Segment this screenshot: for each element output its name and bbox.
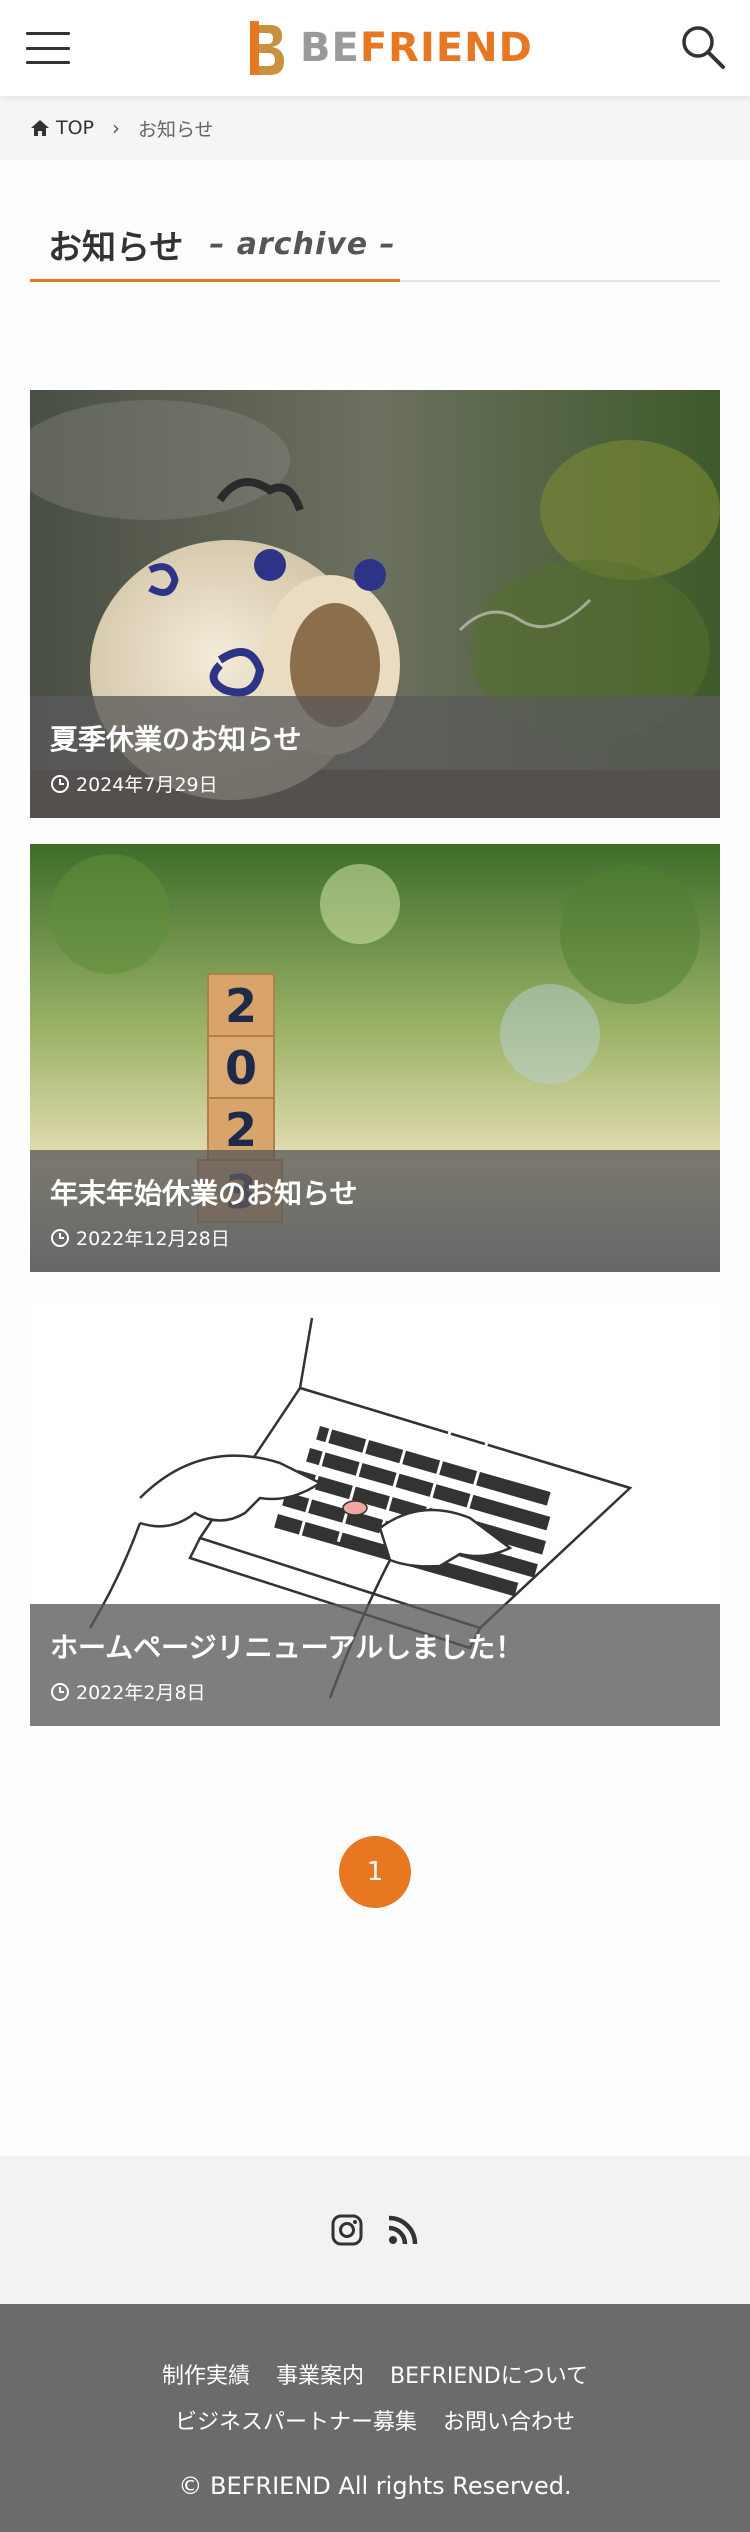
menu-line (26, 46, 70, 50)
page-heading: お知らせ (48, 228, 184, 268)
post-card-overlay: 夏季休業のお知らせ 2024年7月29日 (30, 696, 720, 818)
footer-link-partner[interactable]: ビジネスパートナー募集 (175, 2404, 417, 2436)
rss-icon[interactable] (386, 2213, 420, 2247)
menu-line (26, 32, 70, 35)
svg-text:0: 0 (225, 1041, 257, 1095)
footer-link-contact[interactable]: お問い合わせ (443, 2404, 575, 2436)
footer-nav-row: 制作実績 事業案内 BEFRIENDについて (0, 2358, 750, 2390)
page-subtitle: – archive – (209, 227, 396, 262)
post-date-text: 2022年12月28日 (76, 1228, 230, 1250)
search-icon[interactable] (680, 24, 726, 70)
instagram-icon[interactable] (330, 2213, 364, 2247)
breadcrumb-current: お知らせ (138, 118, 214, 141)
post-date: 2024年7月29日 (50, 770, 700, 797)
post-card-overlay: 年末年始休業のお知らせ 2022年12月28日 (30, 1150, 720, 1272)
post-card[interactable]: 2 0 2 3 年末年始休業のお知らせ 2022年12月28日 (30, 844, 720, 1272)
footer-social (0, 2156, 750, 2304)
menu-line (26, 61, 70, 64)
pagination-current-page[interactable]: 1 (339, 1836, 411, 1908)
home-icon (31, 120, 49, 136)
post-title: ホームページリニューアルしました！ (50, 1631, 524, 1664)
clock-icon (51, 1682, 69, 1701)
clock-icon (51, 774, 69, 793)
post-card[interactable]: ホームページリニューアルしました！ 2022年2月8日 (30, 1298, 720, 1726)
svg-text:2: 2 (225, 979, 257, 1033)
post-date-text: 2022年2月8日 (76, 1682, 206, 1704)
footer-nav-row: ビジネスパートナー募集 お問い合わせ (0, 2404, 750, 2436)
site-header: BEFRIEND (0, 0, 750, 96)
post-title: 夏季休業のお知らせ (50, 723, 302, 756)
clock-icon (51, 1228, 69, 1247)
site-logo[interactable]: BEFRIEND (248, 18, 533, 78)
post-date-text: 2024年7月29日 (76, 774, 218, 796)
hamburger-menu-button[interactable] (24, 26, 72, 70)
chevron-right-icon: › (112, 116, 121, 140)
page-title: お知らせ – archive – (30, 210, 400, 282)
logo-text: BEFRIEND (300, 25, 533, 71)
footer-link-about[interactable]: BEFRIENDについて (390, 2358, 588, 2390)
copyright: © BEFRIEND All rights Reserved. (178, 2472, 572, 2500)
breadcrumb: TOP › お知らせ (0, 96, 750, 160)
svg-text:2: 2 (225, 1103, 257, 1157)
post-date: 2022年12月28日 (50, 1224, 700, 1251)
breadcrumb-home-link[interactable]: TOP (56, 117, 94, 139)
post-date: 2022年2月8日 (50, 1678, 700, 1705)
post-card[interactable]: 夏季休業のお知らせ 2024年7月29日 (30, 390, 720, 818)
footer-link-works[interactable]: 制作実績 (162, 2358, 250, 2390)
post-title: 年末年始休業のお知らせ (50, 1177, 358, 1210)
logo-mark-icon (250, 21, 284, 75)
post-card-overlay: ホームページリニューアルしました！ 2022年2月8日 (30, 1604, 720, 1726)
site-footer: 制作実績 事業案内 BEFRIENDについて ビジネスパートナー募集 お問い合わ… (0, 2304, 750, 2532)
footer-link-services[interactable]: 事業案内 (276, 2358, 364, 2390)
page-title-area: お知らせ – archive – (30, 210, 720, 282)
